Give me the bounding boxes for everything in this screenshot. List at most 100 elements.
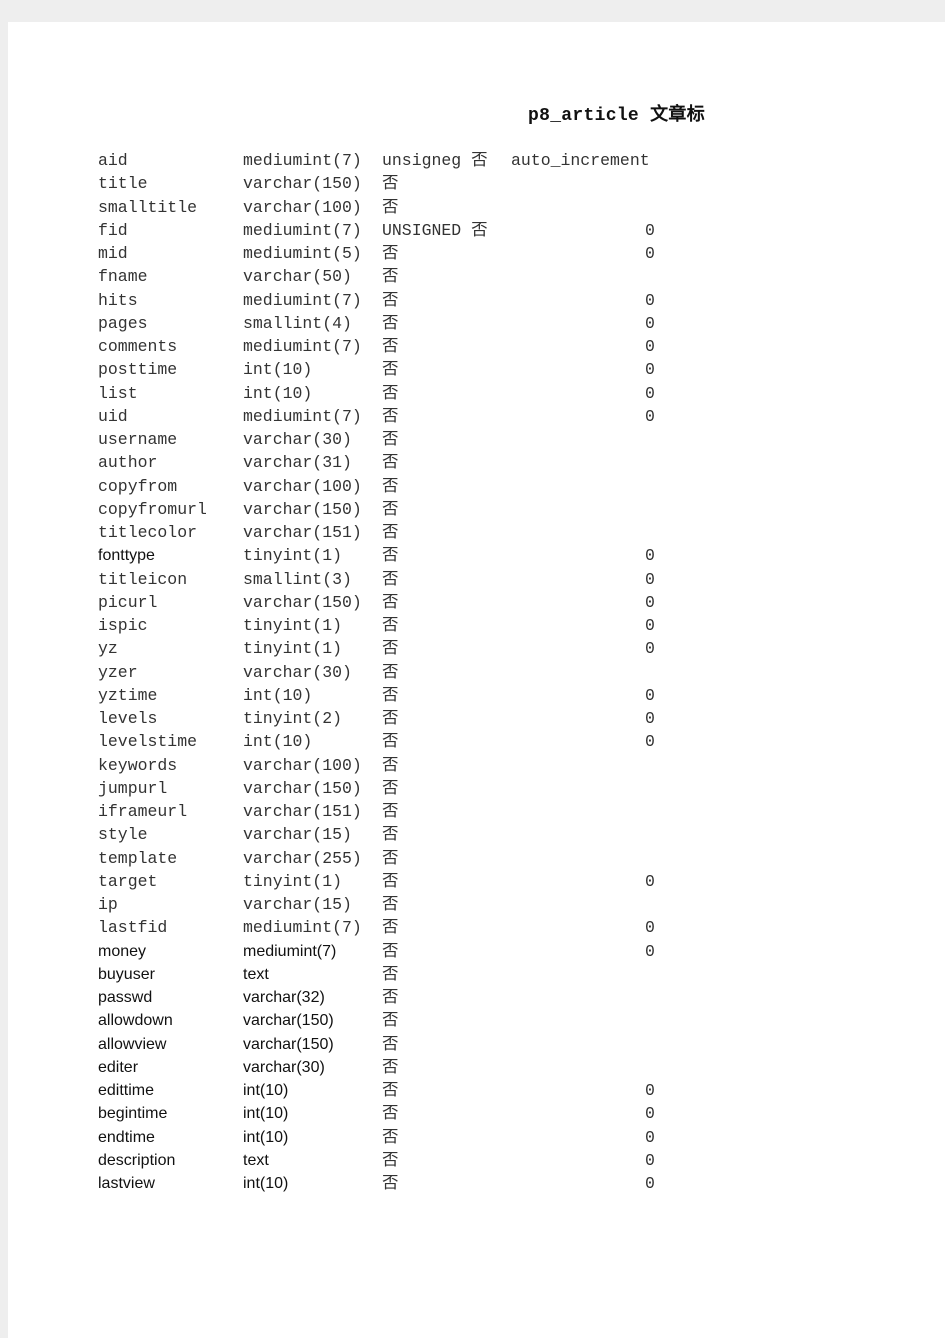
field-name: endtime [98,1128,155,1146]
field-type: varchar(15) [243,895,352,914]
field-null: 否 [382,523,399,542]
field-type: tinyint(1) [243,616,343,635]
table-row: template varchar(255) 否 [8,847,945,870]
field-null: 否 [382,941,399,961]
table-row: style varchar(15) 否 [8,823,945,846]
table-row: edittime int(10) 否 0 [8,1079,945,1102]
field-name: yzer [98,662,138,682]
field-null: 否 [382,1034,399,1054]
field-type: tinyint(2) [243,709,343,728]
field-null: 否 [382,662,399,682]
field-default: 0 [645,918,655,938]
field-name: keywords [98,755,178,775]
field-default: 0 [645,732,655,752]
field-null: UNSIGNED 否 [382,220,488,240]
field-type: int(10) [243,732,313,752]
field-default: 0 [645,685,655,705]
field-type: mediumint(7) [243,151,362,170]
field-null: 否 [382,197,399,217]
field-type: int(10) [243,360,313,380]
table-row: uid mediumint(7) 否 0 [8,405,945,428]
field-name: posttime [98,360,178,380]
field-type: tinyint(1) [243,639,343,659]
table-row: smalltitle varchar(100) 否 [8,196,945,219]
table-row: buyuser text 否 [8,963,945,986]
field-type: int(10) [243,1128,289,1146]
field-null: 否 [382,685,399,705]
field-type: smallint(3) [243,569,352,589]
field-type: varchar(151) [243,523,362,542]
field-null: 否 [382,337,399,356]
field-name: hits [98,290,138,310]
field-null: unsigneg 否 [382,151,488,170]
field-null: 否 [382,1127,399,1147]
field-default: 0 [645,383,655,403]
field-null: 否 [382,778,399,798]
table-row: yzer varchar(30) 否 [8,661,945,684]
table-row: fonttype tinyint(1) 否 0 [8,544,945,567]
field-default: 0 [645,639,655,659]
table-row: description text 否 0 [8,1149,945,1172]
field-type: varchar(100) [243,755,362,775]
field-name: levelstime [98,732,198,752]
field-type: varchar(50) [243,267,352,287]
table-row: picurl varchar(150) 否 0 [8,591,945,614]
field-type: varchar(32) [243,989,325,1006]
field-type: varchar(100) [243,476,362,496]
field-null: 否 [382,825,399,845]
field-name: style [98,825,148,845]
field-name: smalltitle [98,197,198,217]
field-null: 否 [382,616,399,635]
field-default: 0 [645,592,655,612]
field-null: 否 [382,569,399,589]
field-name: money [98,942,147,960]
field-null: 否 [382,290,399,310]
table-row: titlecolor varchar(151) 否 [8,521,945,544]
field-null: 否 [382,1174,399,1193]
table-row: keywords varchar(100) 否 [8,754,945,777]
field-null: 否 [382,244,399,263]
field-type: mediumint(7) [243,918,362,938]
table-row: pages smallint(4) 否 0 [8,312,945,335]
field-null: 否 [382,360,399,380]
field-null: 否 [382,895,399,914]
field-null: 否 [382,313,399,333]
field-type: varchar(151) [243,802,362,821]
field-type: int(10) [243,1175,289,1192]
field-null: 否 [382,964,399,984]
field-null: 否 [382,406,399,426]
field-name: yztime [98,685,158,705]
field-name: editer [98,1058,139,1076]
field-type: mediumint(7) [243,942,337,960]
field-type: varchar(100) [243,197,362,217]
field-type: tinyint(1) [243,871,343,891]
field-null: 否 [382,453,399,473]
field-type: mediumint(7) [243,406,362,426]
field-name: mid [98,244,128,263]
field-name: begintime [98,1105,168,1123]
field-type: varchar(255) [243,848,362,868]
field-type: varchar(150) [243,1012,334,1030]
field-name: comments [98,337,178,356]
field-name: uid [98,406,128,426]
table-row: list int(10) 否 0 [8,382,945,405]
field-default: 0 [645,1127,655,1147]
field-type: smallint(4) [243,313,352,333]
table-row: passwd varchar(32) 否 [8,986,945,1009]
field-name: levels [98,709,158,728]
field-name: lastfid [98,918,168,938]
table-row: mid mediumint(5) 否 0 [8,242,945,265]
field-type: mediumint(5) [243,244,362,263]
field-type: varchar(150) [243,778,362,798]
field-name: author [98,453,158,473]
field-default: 0 [645,1081,655,1100]
field-name: ip [98,895,118,914]
field-type: int(10) [243,383,313,403]
field-type: text [243,965,269,983]
field-type: mediumint(7) [243,337,362,356]
field-name: copyfromurl [98,499,207,519]
table-row: ispic tinyint(1) 否 0 [8,614,945,637]
field-null: 否 [382,1057,399,1077]
field-null: 否 [382,267,399,287]
field-type: text [243,1151,269,1169]
